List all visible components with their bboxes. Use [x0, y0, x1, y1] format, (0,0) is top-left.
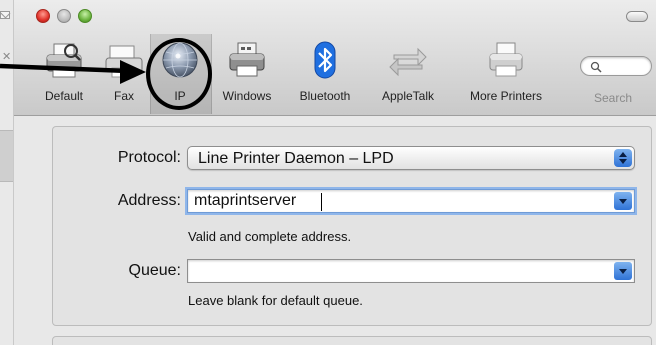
annotation-arrow [0, 60, 146, 84]
annotation-circle [146, 38, 212, 110]
